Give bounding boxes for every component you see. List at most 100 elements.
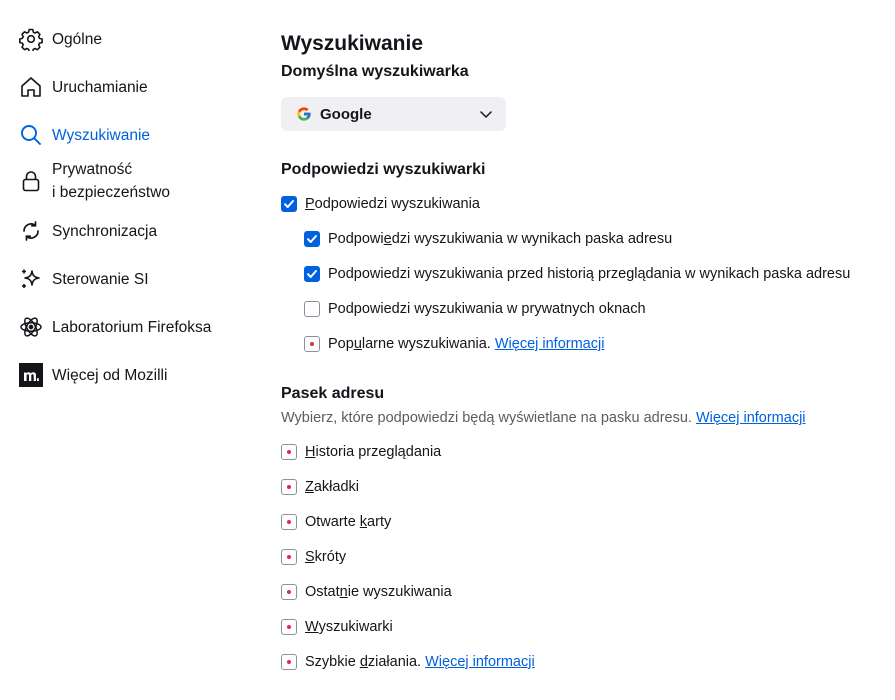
sidebar-item-home[interactable]: Uruchamianie (18, 74, 148, 100)
description-text: Wybierz, które podpowiedzi będą wyświetl… (281, 410, 692, 426)
checkbox-label: Popularne wyszukiwania. (328, 336, 491, 352)
suggestions-in-address-bar-checkbox[interactable] (304, 231, 320, 247)
chevron-down-icon (480, 111, 492, 118)
open-tabs-checkbox[interactable] (281, 514, 297, 530)
accesskey: Z (305, 479, 314, 495)
address-bar-history-row[interactable]: Historia przeglądania (281, 444, 441, 460)
label-part: odpowiedzi wyszukiwania (314, 196, 480, 212)
accesskey: d (359, 654, 368, 670)
suggestions-in-private-row[interactable]: Podpowiedzi wyszukiwania w prywatnych ok… (304, 301, 646, 317)
search-icon (18, 122, 44, 148)
address-bar-heading: Pasek adresu (281, 385, 385, 402)
checkbox-label: Podpowiedzi wyszukiwania w prywatnych ok… (328, 301, 646, 317)
checkbox-label: Szybkie działania. (305, 654, 421, 670)
bookmarks-checkbox[interactable] (281, 479, 297, 495)
checkbox-label: Zakładki (305, 479, 359, 495)
sidebar-item-general[interactable]: Ogólne (18, 26, 102, 52)
home-icon (18, 74, 44, 100)
google-icon (296, 106, 312, 122)
label-part: Otwarte (305, 514, 360, 530)
checkbox-label: Wyszukiwarki (305, 619, 393, 635)
sidebar-item-label: Laboratorium Firefoksa (52, 318, 212, 336)
label-part: dzi wyszukiwania w wynikach paska adresu (391, 231, 673, 247)
learn-more-link[interactable]: Więcej informacji (696, 410, 806, 426)
suggestions-heading: Podpowiedzi wyszukiwarki (281, 161, 486, 178)
sidebar-item-label: Ogólne (52, 30, 102, 48)
label-part: ie wyszukiwania (347, 584, 452, 600)
main-content: Wyszukiwanie Domyślna wyszukiwarka Googl… (281, 0, 881, 700)
address-bar-open-tabs-row[interactable]: Otwarte karty (281, 514, 391, 530)
checkbox-label: Podpowiedzi wyszukiwania (305, 196, 480, 212)
sidebar-item-more-from-mozilla[interactable]: Więcej od Mozilli (18, 362, 167, 388)
gear-icon (18, 26, 44, 52)
checkbox-label: Podpowiedzi wyszukiwania przed historią … (328, 266, 851, 282)
settings-page: Ogólne Uruchamianie Wyszukiwanie Prywatn… (0, 0, 895, 700)
label-part: Szybkie (305, 654, 360, 670)
trending-searches-row[interactable]: Popularne wyszukiwania. Więcej informacj… (304, 336, 604, 352)
check-icon (307, 235, 317, 243)
address-bar-bookmarks-row[interactable]: Zakładki (281, 479, 359, 495)
label-part: istoria przeglądania (315, 444, 442, 460)
sidebar-item-label: Prywatność (52, 161, 133, 178)
lock-icon (18, 168, 44, 194)
shortcuts-checkbox[interactable] (281, 549, 297, 565)
checkbox-label: Ostatnie wyszukiwania (305, 584, 452, 600)
suggestions-in-private-checkbox[interactable] (304, 301, 320, 317)
label-part: yszukiwarki (318, 619, 393, 635)
accesskey: e (383, 231, 392, 247)
checkbox-label: Podpowiedzi wyszukiwania w wynikach pask… (328, 231, 672, 247)
sidebar-item-sync[interactable]: Synchronizacja (18, 218, 157, 244)
sidebar-item-labs[interactable]: Laboratorium Firefoksa (18, 314, 211, 340)
suggestions-in-address-bar-row[interactable]: Podpowiedzi wyszukiwania w wynikach pask… (304, 231, 672, 247)
learn-more-link[interactable]: Więcej informacji (425, 654, 535, 670)
accesskey: n (339, 584, 348, 600)
sidebar-item-label-line2: i bezpieczeństwo (52, 184, 171, 201)
address-bar-search-engines-row[interactable]: Wyszukiwarki (281, 619, 393, 635)
accesskey: u (353, 336, 362, 352)
search-suggestions-checkbox[interactable] (281, 196, 297, 212)
learn-more-link[interactable]: Więcej informacji (495, 336, 605, 352)
address-bar-quick-actions-row[interactable]: Szybkie działania. Więcej informacji (281, 654, 535, 670)
label-part: larne wyszukiwania. (361, 336, 491, 352)
search-engines-checkbox[interactable] (281, 619, 297, 635)
recent-searches-checkbox[interactable] (281, 584, 297, 600)
label-part: Podpowi (328, 231, 384, 247)
sidebar: Ogólne Uruchamianie Wyszukiwanie Prywatn… (0, 0, 260, 700)
label-part: Ostat (305, 584, 340, 600)
mozilla-icon (18, 362, 44, 388)
sidebar-item-label: Synchronizacja (52, 222, 158, 240)
sidebar-item-search[interactable]: Wyszukiwanie (18, 122, 150, 148)
atom-icon (18, 314, 44, 340)
accesskey: k (359, 514, 368, 530)
sparkle-icon (18, 266, 44, 292)
check-icon (284, 200, 294, 208)
search-suggestions-checkbox-row[interactable]: Podpowiedzi wyszukiwania (281, 196, 480, 212)
history-checkbox[interactable] (281, 444, 297, 460)
suggestions-before-history-row[interactable]: Podpowiedzi wyszukiwania przed historią … (304, 266, 850, 282)
address-bar-recent-searches-row[interactable]: Ostatnie wyszukiwania (281, 584, 452, 600)
sidebar-item-privacy[interactable]: Prywatność i bezpieczeństwo (18, 158, 170, 204)
default-engine-select[interactable]: Google (281, 97, 506, 131)
sidebar-item-label: Uruchamianie (52, 78, 148, 96)
address-bar-description: Wybierz, które podpowiedzi będą wyświetl… (281, 410, 806, 426)
check-icon (307, 270, 317, 278)
sidebar-item-label: Sterowanie SI (52, 270, 149, 288)
sidebar-item-label-group: Prywatność i bezpieczeństwo (52, 158, 170, 204)
trending-searches-checkbox[interactable] (304, 336, 320, 352)
label-part: ziałania. (367, 654, 422, 670)
address-bar-shortcuts-row[interactable]: Skróty (281, 549, 346, 565)
accesskey: W (305, 619, 319, 635)
label-part: akładki (313, 479, 359, 495)
page-title: Wyszukiwanie (281, 32, 423, 55)
default-engine-value: Google (320, 105, 372, 123)
accesskey: S (305, 549, 315, 565)
checkbox-label: Otwarte karty (305, 514, 391, 530)
sync-icon (18, 218, 44, 244)
default-engine-heading: Domyślna wyszukiwarka (281, 63, 469, 80)
checkbox-label: Historia przeglądania (305, 444, 441, 460)
sidebar-item-ai-controls[interactable]: Sterowanie SI (18, 266, 149, 292)
suggestions-before-history-checkbox[interactable] (304, 266, 320, 282)
label-part: arty (367, 514, 392, 530)
quick-actions-checkbox[interactable] (281, 654, 297, 670)
sidebar-item-label: Wyszukiwanie (52, 126, 151, 144)
